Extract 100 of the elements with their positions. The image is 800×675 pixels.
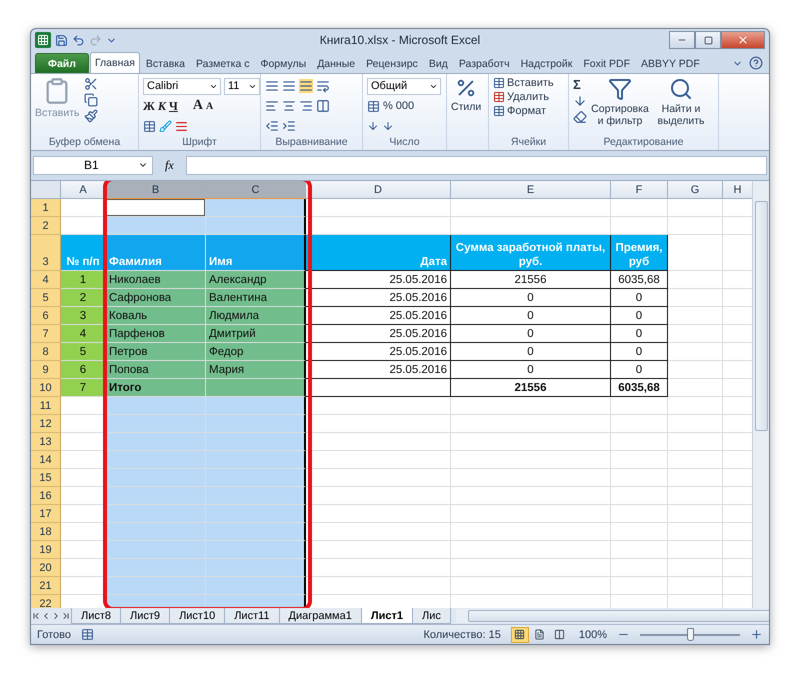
row-header[interactable]: 6 <box>31 307 61 325</box>
ribbon-tab[interactable]: Формулы <box>255 53 312 73</box>
ribbon-tab[interactable]: Разметка с <box>190 53 254 73</box>
sheet-tab[interactable]: Лист11 <box>224 608 280 624</box>
column-header[interactable]: A <box>61 181 106 199</box>
delete-cells-button[interactable]: Удалить <box>493 91 554 103</box>
undo-icon[interactable] <box>72 34 85 46</box>
active-cell[interactable] <box>106 199 206 217</box>
row-header[interactable]: 8 <box>31 343 61 361</box>
ribbon-tab[interactable]: Данные <box>312 53 360 73</box>
row-header[interactable]: 2 <box>31 217 61 235</box>
font-color-icon[interactable] <box>175 120 188 132</box>
merge-icon[interactable] <box>316 99 330 113</box>
number-format-field[interactable]: Общий <box>367 78 441 94</box>
align-center-icon[interactable] <box>282 99 296 113</box>
column-header[interactable]: C <box>206 181 306 199</box>
name-box[interactable]: B1 <box>33 156 153 174</box>
sheet-tab[interactable]: Лист9 <box>120 608 170 624</box>
row-header[interactable]: 21 <box>31 577 61 595</box>
last-sheet-icon[interactable] <box>61 611 71 621</box>
format-cells-button[interactable]: Формат <box>493 105 554 117</box>
help-icon[interactable] <box>749 56 763 70</box>
row-header[interactable]: 18 <box>31 523 61 541</box>
row-header[interactable]: 3 <box>31 235 61 271</box>
row-header[interactable]: 10 <box>31 379 61 397</box>
column-header[interactable]: G <box>668 181 723 199</box>
maximize-button[interactable] <box>695 31 721 49</box>
cut-icon[interactable] <box>84 77 98 91</box>
ribbon-tab[interactable]: Надстройк <box>516 53 578 73</box>
row-header[interactable]: 9 <box>31 361 61 379</box>
font-size-field[interactable]: 11 <box>224 78 260 94</box>
insert-function-button[interactable]: fx <box>157 158 182 172</box>
grow-font-button[interactable]: A <box>192 98 203 114</box>
eraser-icon[interactable] <box>573 110 587 124</box>
ribbon-tab[interactable]: Foxit PDF <box>578 53 636 73</box>
sheet-tab[interactable]: Лис <box>412 608 451 624</box>
ribbon-tab[interactable]: Вид <box>424 53 453 73</box>
underline-button[interactable]: Ч <box>169 98 178 114</box>
thousands-button[interactable]: 000 <box>396 100 414 112</box>
fill-color-icon[interactable] <box>159 120 172 132</box>
row-header[interactable]: 16 <box>31 487 61 505</box>
autosum-button[interactable]: Σ <box>573 77 587 92</box>
sort-filter-button[interactable]: Сортировка и фильтр <box>591 77 649 136</box>
row-header[interactable]: 13 <box>31 433 61 451</box>
row-header[interactable]: 12 <box>31 415 61 433</box>
file-tab[interactable]: Файл <box>35 53 89 73</box>
row-header[interactable]: 17 <box>31 505 61 523</box>
fill-icon[interactable] <box>573 94 587 108</box>
row-header[interactable]: 5 <box>31 289 61 307</box>
insert-cells-button[interactable]: Вставить <box>493 77 554 89</box>
sheet-tab[interactable]: Лист1 <box>360 608 413 624</box>
column-header[interactable]: B <box>106 181 206 199</box>
wrap-text-icon[interactable] <box>316 79 330 93</box>
horizontal-scrollbar[interactable] <box>456 609 769 623</box>
percent-button[interactable]: % <box>383 100 393 112</box>
row-header[interactable]: 20 <box>31 559 61 577</box>
column-header[interactable]: E <box>451 181 611 199</box>
align-left-icon[interactable] <box>265 99 279 113</box>
format-painter-icon[interactable] <box>84 109 98 123</box>
font-name-field[interactable]: Calibri <box>143 78 221 94</box>
ribbon-tab[interactable]: Рецензирс <box>361 53 423 73</box>
close-button[interactable] <box>721 31 765 49</box>
shrink-font-button[interactable]: A <box>206 100 214 112</box>
zoom-in-icon[interactable] <box>750 628 763 641</box>
table-cell: Коваль <box>106 307 206 325</box>
sheet-tab[interactable]: Лист10 <box>169 608 226 624</box>
sheet-tab[interactable]: Диаграмма1 <box>278 608 362 624</box>
align-middle-icon[interactable] <box>282 79 296 93</box>
normal-view-button[interactable] <box>510 626 529 642</box>
borders-icon[interactable] <box>143 120 156 132</box>
vertical-scrollbar[interactable] <box>752 181 769 608</box>
ribbon-tab[interactable]: ABBYY PDF <box>636 53 705 73</box>
ribbon-tab[interactable]: Разработч <box>454 53 515 73</box>
find-select-button[interactable]: Найти и выделить <box>653 77 709 136</box>
save-icon[interactable] <box>55 34 68 46</box>
row-header[interactable]: 7 <box>31 325 61 343</box>
row-header[interactable]: 19 <box>31 541 61 559</box>
row-header[interactable]: 11 <box>31 397 61 415</box>
formula-input[interactable] <box>186 156 767 174</box>
decrease-indent-icon[interactable] <box>265 119 279 133</box>
first-sheet-icon[interactable] <box>31 611 41 621</box>
align-bottom-icon[interactable] <box>299 79 313 93</box>
align-top-icon[interactable] <box>265 79 279 93</box>
align-right-icon[interactable] <box>299 99 313 113</box>
column-header[interactable]: D <box>306 181 451 199</box>
ribbon-tab[interactable]: Главная <box>90 52 140 73</box>
row-header[interactable]: 14 <box>31 451 61 469</box>
styles-button[interactable]: Стили <box>451 77 482 150</box>
column-header[interactable]: F <box>611 181 668 199</box>
column-header[interactable]: H <box>723 181 752 199</box>
bold-button[interactable]: Ж <box>143 98 155 114</box>
row-header[interactable]: 1 <box>31 199 61 217</box>
italic-button[interactable]: К <box>158 98 166 114</box>
copy-icon[interactable] <box>84 93 98 107</box>
sheet-tab[interactable]: Лист8 <box>71 608 122 624</box>
increase-indent-icon[interactable] <box>282 119 296 133</box>
row-header[interactable]: 4 <box>31 271 61 289</box>
ribbon-tab[interactable]: Вставка <box>140 53 190 73</box>
row-header[interactable]: 15 <box>31 469 61 487</box>
row-header[interactable]: 22 <box>31 595 61 608</box>
